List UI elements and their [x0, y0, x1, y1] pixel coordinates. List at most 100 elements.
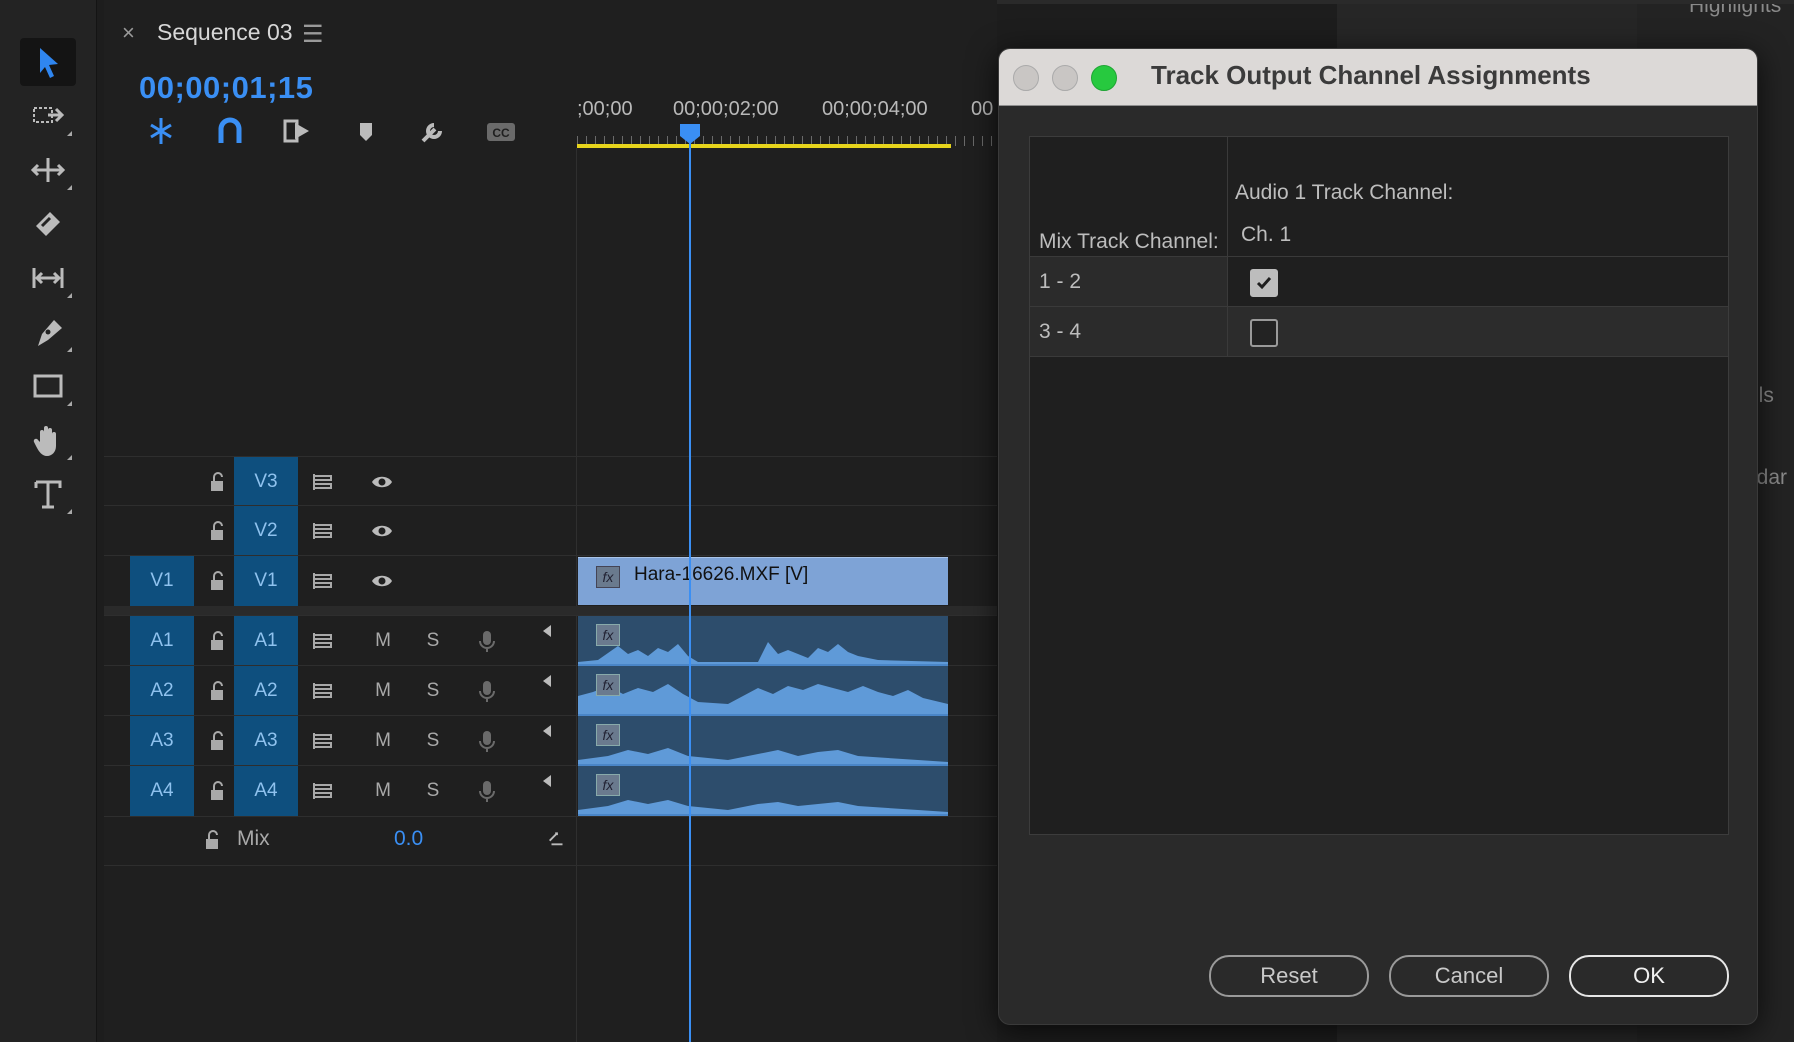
- snap-toggle[interactable]: [211, 112, 249, 150]
- rectangle-tool[interactable]: [20, 362, 76, 410]
- close-window-button[interactable]: [1013, 65, 1039, 91]
- track-label-a1[interactable]: A1: [234, 616, 298, 666]
- ok-button[interactable]: OK: [1569, 955, 1729, 997]
- dialog-titlebar[interactable]: Track Output Channel Assignments: [999, 49, 1757, 106]
- solo-button[interactable]: S: [416, 616, 450, 666]
- minimize-window-button[interactable]: [1052, 65, 1078, 91]
- sync-lock-icon[interactable]: [306, 506, 340, 556]
- sync-lock-icon[interactable]: [306, 766, 340, 816]
- tools-panel: [0, 0, 97, 1042]
- timeline-settings-button[interactable]: [414, 112, 452, 150]
- track-label-v1[interactable]: V1: [234, 556, 298, 606]
- mute-button[interactable]: M: [366, 666, 400, 716]
- lock-icon[interactable]: [200, 616, 234, 666]
- source-patch-v1[interactable]: V1: [130, 556, 194, 606]
- pen-icon: [38, 320, 62, 346]
- sync-lock-icon[interactable]: [306, 666, 340, 716]
- reset-button[interactable]: Reset: [1209, 955, 1369, 997]
- lock-icon[interactable]: [200, 666, 234, 716]
- eye-icon[interactable]: [360, 457, 404, 506]
- sync-lock-icon[interactable]: [306, 457, 340, 506]
- panel-menu-icon[interactable]: ☰: [302, 20, 324, 49]
- track-label-v2[interactable]: V2: [234, 506, 298, 556]
- captions-button[interactable]: CC: [482, 112, 520, 150]
- solo-button[interactable]: S: [416, 666, 450, 716]
- lock-icon[interactable]: [200, 457, 234, 506]
- microphone-icon[interactable]: [470, 716, 504, 766]
- microphone-icon[interactable]: [470, 766, 504, 816]
- video-clip[interactable]: fx Hara-16626.MXF [V]: [578, 557, 948, 605]
- cancel-button[interactable]: Cancel: [1389, 955, 1549, 997]
- ripple-edit-tool[interactable]: [20, 146, 76, 194]
- mute-button[interactable]: M: [366, 766, 400, 816]
- audio-waveform: [578, 684, 948, 714]
- channel-header: Ch. 1: [1241, 223, 1292, 246]
- mute-button[interactable]: M: [366, 616, 400, 666]
- selection-tool[interactable]: [20, 38, 76, 86]
- zoom-window-button[interactable]: [1091, 65, 1117, 91]
- volume-icon[interactable]: [534, 706, 564, 756]
- lock-icon[interactable]: [200, 556, 234, 606]
- channel-checkbox-1-2[interactable]: [1250, 269, 1278, 297]
- microphone-icon[interactable]: [470, 616, 504, 666]
- add-marker-button[interactable]: [347, 112, 385, 150]
- volume-icon[interactable]: [534, 606, 564, 656]
- eye-icon[interactable]: [360, 506, 404, 556]
- fx-badge: fx: [596, 674, 620, 696]
- source-patch-a1[interactable]: A1: [130, 616, 194, 666]
- row-label: 1 - 2: [1039, 270, 1082, 293]
- solo-button[interactable]: S: [416, 766, 450, 816]
- audio-clip-a1[interactable]: fx: [578, 616, 948, 666]
- solo-button[interactable]: S: [416, 716, 450, 766]
- track-row-v2: V2: [104, 505, 997, 556]
- closed-captions-icon: CC: [487, 123, 515, 141]
- source-patch-a4[interactable]: A4: [130, 766, 194, 816]
- slip-tool[interactable]: [20, 254, 76, 302]
- source-patch-a2[interactable]: A2: [130, 666, 194, 716]
- fx-badge: fx: [596, 624, 620, 646]
- sequence-tab-title[interactable]: Sequence 03: [157, 19, 293, 46]
- lock-icon[interactable]: [200, 766, 234, 816]
- linked-selection-icon: [283, 119, 309, 143]
- hand-tool[interactable]: [20, 416, 76, 464]
- sync-lock-icon[interactable]: [306, 556, 340, 606]
- linked-selection-toggle[interactable]: [278, 112, 316, 150]
- volume-icon[interactable]: [534, 656, 564, 706]
- microphone-icon[interactable]: [470, 666, 504, 716]
- track-select-tool[interactable]: [20, 92, 76, 140]
- playhead-timecode[interactable]: 00;00;01;15: [139, 70, 313, 106]
- nest-sequence-toggle[interactable]: [142, 112, 180, 150]
- sync-lock-icon[interactable]: [306, 716, 340, 766]
- type-tool[interactable]: [20, 470, 76, 518]
- magnet-icon: [218, 117, 242, 143]
- audio-clip-a4[interactable]: fx: [578, 766, 948, 816]
- sync-lock-icon[interactable]: [306, 616, 340, 666]
- volume-icon[interactable]: [534, 756, 564, 806]
- audio-clip-a2[interactable]: fx: [578, 666, 948, 716]
- close-tab-icon[interactable]: ×: [122, 20, 135, 46]
- playhead-line[interactable]: [689, 128, 691, 1042]
- channel-assignment-table: Audio 1 Track Channel: Ch. 1 Mix Track C…: [1029, 136, 1729, 835]
- mix-volume-value[interactable]: 0.0: [394, 827, 423, 851]
- track-label-v3[interactable]: V3: [234, 457, 298, 506]
- lock-icon[interactable]: [200, 506, 234, 556]
- marker-icon: [360, 123, 372, 141]
- razor-tool[interactable]: [20, 200, 76, 248]
- track-row-v3: V3: [104, 456, 997, 506]
- work-area-bar[interactable]: [577, 144, 951, 148]
- eye-icon[interactable]: [360, 556, 404, 606]
- source-patch-a3[interactable]: A3: [130, 716, 194, 766]
- mix-output-icon[interactable]: [546, 826, 568, 854]
- mute-button[interactable]: M: [366, 716, 400, 766]
- clip-name: Hara-16626.MXF [V]: [634, 564, 809, 585]
- audio-clip-a3[interactable]: fx: [578, 716, 948, 766]
- track-label-a4[interactable]: A4: [234, 766, 298, 816]
- audio-waveform: [578, 642, 948, 664]
- track-label-a3[interactable]: A3: [234, 716, 298, 766]
- track-label-a2[interactable]: A2: [234, 666, 298, 716]
- channel-checkbox-3-4[interactable]: [1250, 319, 1278, 347]
- pen-tool[interactable]: [20, 308, 76, 356]
- lock-icon[interactable]: [200, 716, 234, 766]
- svg-text:CC: CC: [492, 126, 510, 140]
- lock-icon[interactable]: [200, 828, 224, 858]
